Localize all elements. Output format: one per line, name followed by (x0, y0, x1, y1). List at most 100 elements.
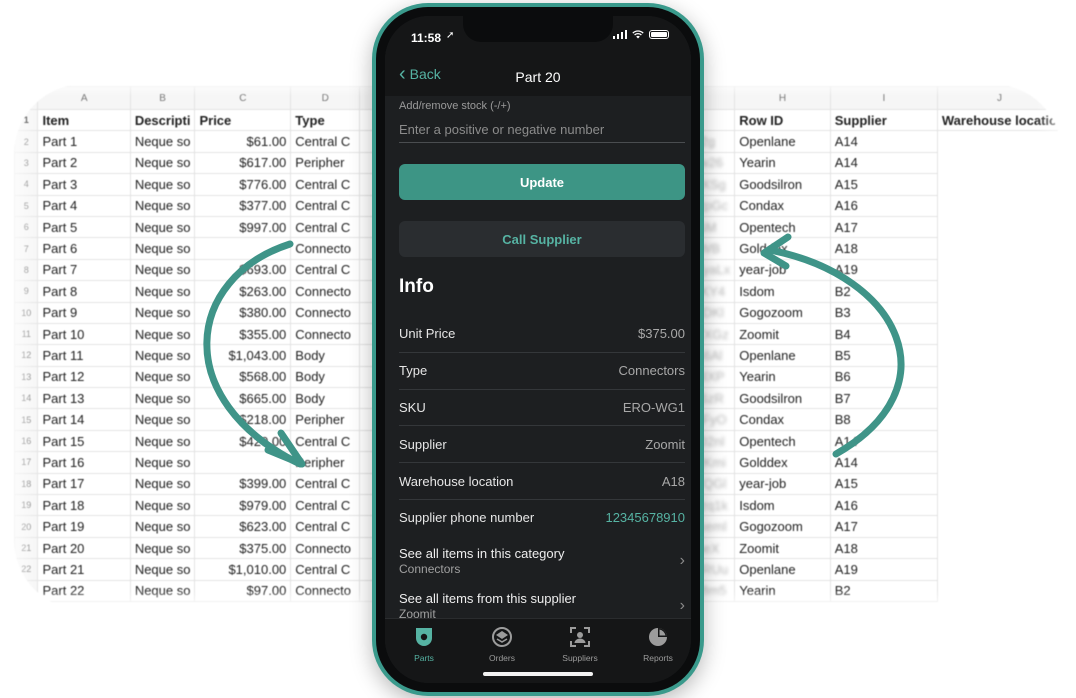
column-letter[interactable]: B (129, 86, 196, 110)
cell-supplier[interactable]: Zoomit (734, 322, 831, 346)
row-number[interactable]: 1 (14, 108, 39, 132)
row-number[interactable]: 9 (14, 280, 39, 303)
cell-price[interactable]: $375.00 (194, 536, 292, 560)
row-number[interactable]: 14 (14, 387, 39, 410)
cell-warehouse-location[interactable]: A14 (829, 429, 938, 453)
cell-description[interactable]: Neque so (129, 429, 196, 453)
cell-item[interactable]: Part 12 (37, 365, 131, 389)
cell-type[interactable]: Central C (290, 173, 361, 196)
column-header[interactable]: Descripti (129, 108, 196, 132)
cell-supplier[interactable]: Openlane (734, 344, 831, 367)
cell-item[interactable]: Part 21 (37, 558, 131, 581)
cell-price[interactable]: $623.00 (194, 515, 292, 538)
cell-description[interactable]: Neque so (129, 365, 196, 389)
cell-description[interactable]: Neque so (129, 472, 196, 496)
cell-warehouse-location[interactable]: B3 (829, 301, 938, 324)
cell-supplier[interactable]: Yearin (734, 579, 831, 602)
cell-price[interactable]: $380.00 (194, 301, 292, 324)
detail-content[interactable]: Add/remove stock (-/+) Update Call Suppl… (385, 96, 691, 619)
cell-warehouse-location[interactable]: A16 (829, 494, 938, 517)
cell-price[interactable]: $776.00 (194, 173, 292, 196)
cell-price[interactable]: $420.00 (194, 429, 292, 453)
cell-warehouse-location[interactable]: A14 (829, 451, 938, 474)
cell-supplier[interactable]: Condax (734, 194, 831, 217)
cell-warehouse-location[interactable]: A18 (829, 237, 938, 260)
cell-item[interactable]: Part 22 (37, 579, 131, 602)
cell-type[interactable]: Connecto (290, 280, 361, 303)
cell-price[interactable]: $979.00 (194, 494, 292, 517)
cell-description[interactable]: Neque so (129, 151, 196, 175)
cell-supplier[interactable]: Opentech (734, 429, 831, 453)
cell-price[interactable]: $568.00 (194, 365, 292, 389)
cell-supplier[interactable]: Opentech (734, 215, 831, 239)
cell-type[interactable]: Central C (290, 494, 361, 517)
cell-item[interactable]: Part 6 (37, 237, 131, 260)
row-number[interactable]: 22 (14, 558, 39, 581)
cell-supplier[interactable]: Yearin (734, 151, 831, 175)
column-header[interactable]: Type (290, 108, 361, 132)
cell-description[interactable]: Neque so (129, 194, 196, 217)
cell-price[interactable] (194, 237, 292, 260)
cell-type[interactable]: Central C (290, 194, 361, 217)
row-number[interactable]: 11 (14, 322, 39, 346)
cell-price[interactable]: $997.00 (194, 215, 292, 239)
cell-supplier[interactable]: Openlane (734, 558, 831, 581)
cell-type[interactable]: Peripher (290, 451, 361, 474)
cell-price[interactable]: $1,010.00 (194, 558, 292, 581)
cell-type[interactable]: Central C (290, 515, 361, 538)
cell-type[interactable]: Central C (290, 429, 361, 453)
cell-type[interactable]: Connecto (290, 536, 361, 560)
cell-description[interactable]: Neque so (129, 579, 196, 602)
cell-description[interactable]: Neque so (129, 408, 196, 431)
cell-price[interactable]: $399.00 (194, 472, 292, 496)
row-number[interactable]: 4 (14, 173, 39, 196)
cell-supplier[interactable]: Isdom (734, 494, 831, 517)
cell-warehouse-location[interactable]: B7 (829, 387, 938, 410)
cell-price[interactable]: $97.00 (194, 579, 292, 602)
cell-warehouse-location[interactable]: B5 (829, 344, 938, 367)
cell-description[interactable]: Neque so (129, 344, 196, 367)
cell-supplier[interactable]: year-job (734, 258, 831, 282)
cell-item[interactable]: Part 18 (37, 494, 131, 517)
column-letter[interactable]: C (194, 86, 292, 110)
cell-description[interactable]: Neque so (129, 130, 196, 153)
tab-orders[interactable]: Orders (463, 625, 541, 663)
cell-supplier[interactable]: Condax (734, 408, 831, 431)
cell-warehouse-location[interactable]: A14 (829, 151, 938, 175)
cell-warehouse-location[interactable]: A17 (829, 215, 938, 239)
cell-type[interactable]: Central C (290, 558, 361, 581)
column-header[interactable]: Warehouse locatio (936, 108, 1062, 132)
cell-supplier[interactable]: Golddex (734, 451, 831, 474)
row-number[interactable]: 15 (14, 408, 39, 431)
row-number[interactable]: 6 (14, 215, 39, 239)
row-number[interactable]: 17 (14, 451, 39, 474)
cell-item[interactable]: Part 16 (37, 451, 131, 474)
cell-item[interactable]: Part 10 (37, 322, 131, 346)
cell-description[interactable]: Neque so (129, 494, 196, 517)
row-number[interactable]: 21 (14, 536, 39, 560)
cell-item[interactable]: Part 14 (37, 408, 131, 431)
cell-item[interactable]: Part 20 (37, 536, 131, 560)
row-number[interactable]: 16 (14, 429, 39, 453)
cell-description[interactable]: Neque so (129, 515, 196, 538)
cell-price[interactable]: $1,043.00 (194, 344, 292, 367)
cell-warehouse-location[interactable]: B2 (829, 280, 938, 303)
cell-description[interactable]: Neque so (129, 451, 196, 474)
cell-supplier[interactable]: Yearin (734, 365, 831, 389)
column-header[interactable]: Supplier (829, 108, 938, 132)
cell-price[interactable]: $355.00 (194, 322, 292, 346)
row-number[interactable]: 10 (14, 301, 39, 324)
cell-supplier[interactable]: Zoomit (734, 536, 831, 560)
cell-supplier[interactable]: Goodsilron (734, 387, 831, 410)
cell-type[interactable]: Peripher (290, 151, 361, 175)
cell-warehouse-location[interactable]: B4 (829, 322, 938, 346)
row-number[interactable]: 8 (14, 258, 39, 282)
see-supplier-items-link[interactable]: See all items from this supplier Zoomit … (399, 591, 685, 619)
tab-reports[interactable]: Reports (619, 625, 691, 663)
cell-supplier[interactable]: Goodsilron (734, 173, 831, 196)
cell-type[interactable]: Central C (290, 215, 361, 239)
cell-item[interactable]: Part 13 (37, 387, 131, 410)
cell-warehouse-location[interactable]: B6 (829, 365, 938, 389)
row-number[interactable]: 20 (14, 515, 39, 538)
row-number[interactable]: 18 (14, 472, 39, 496)
